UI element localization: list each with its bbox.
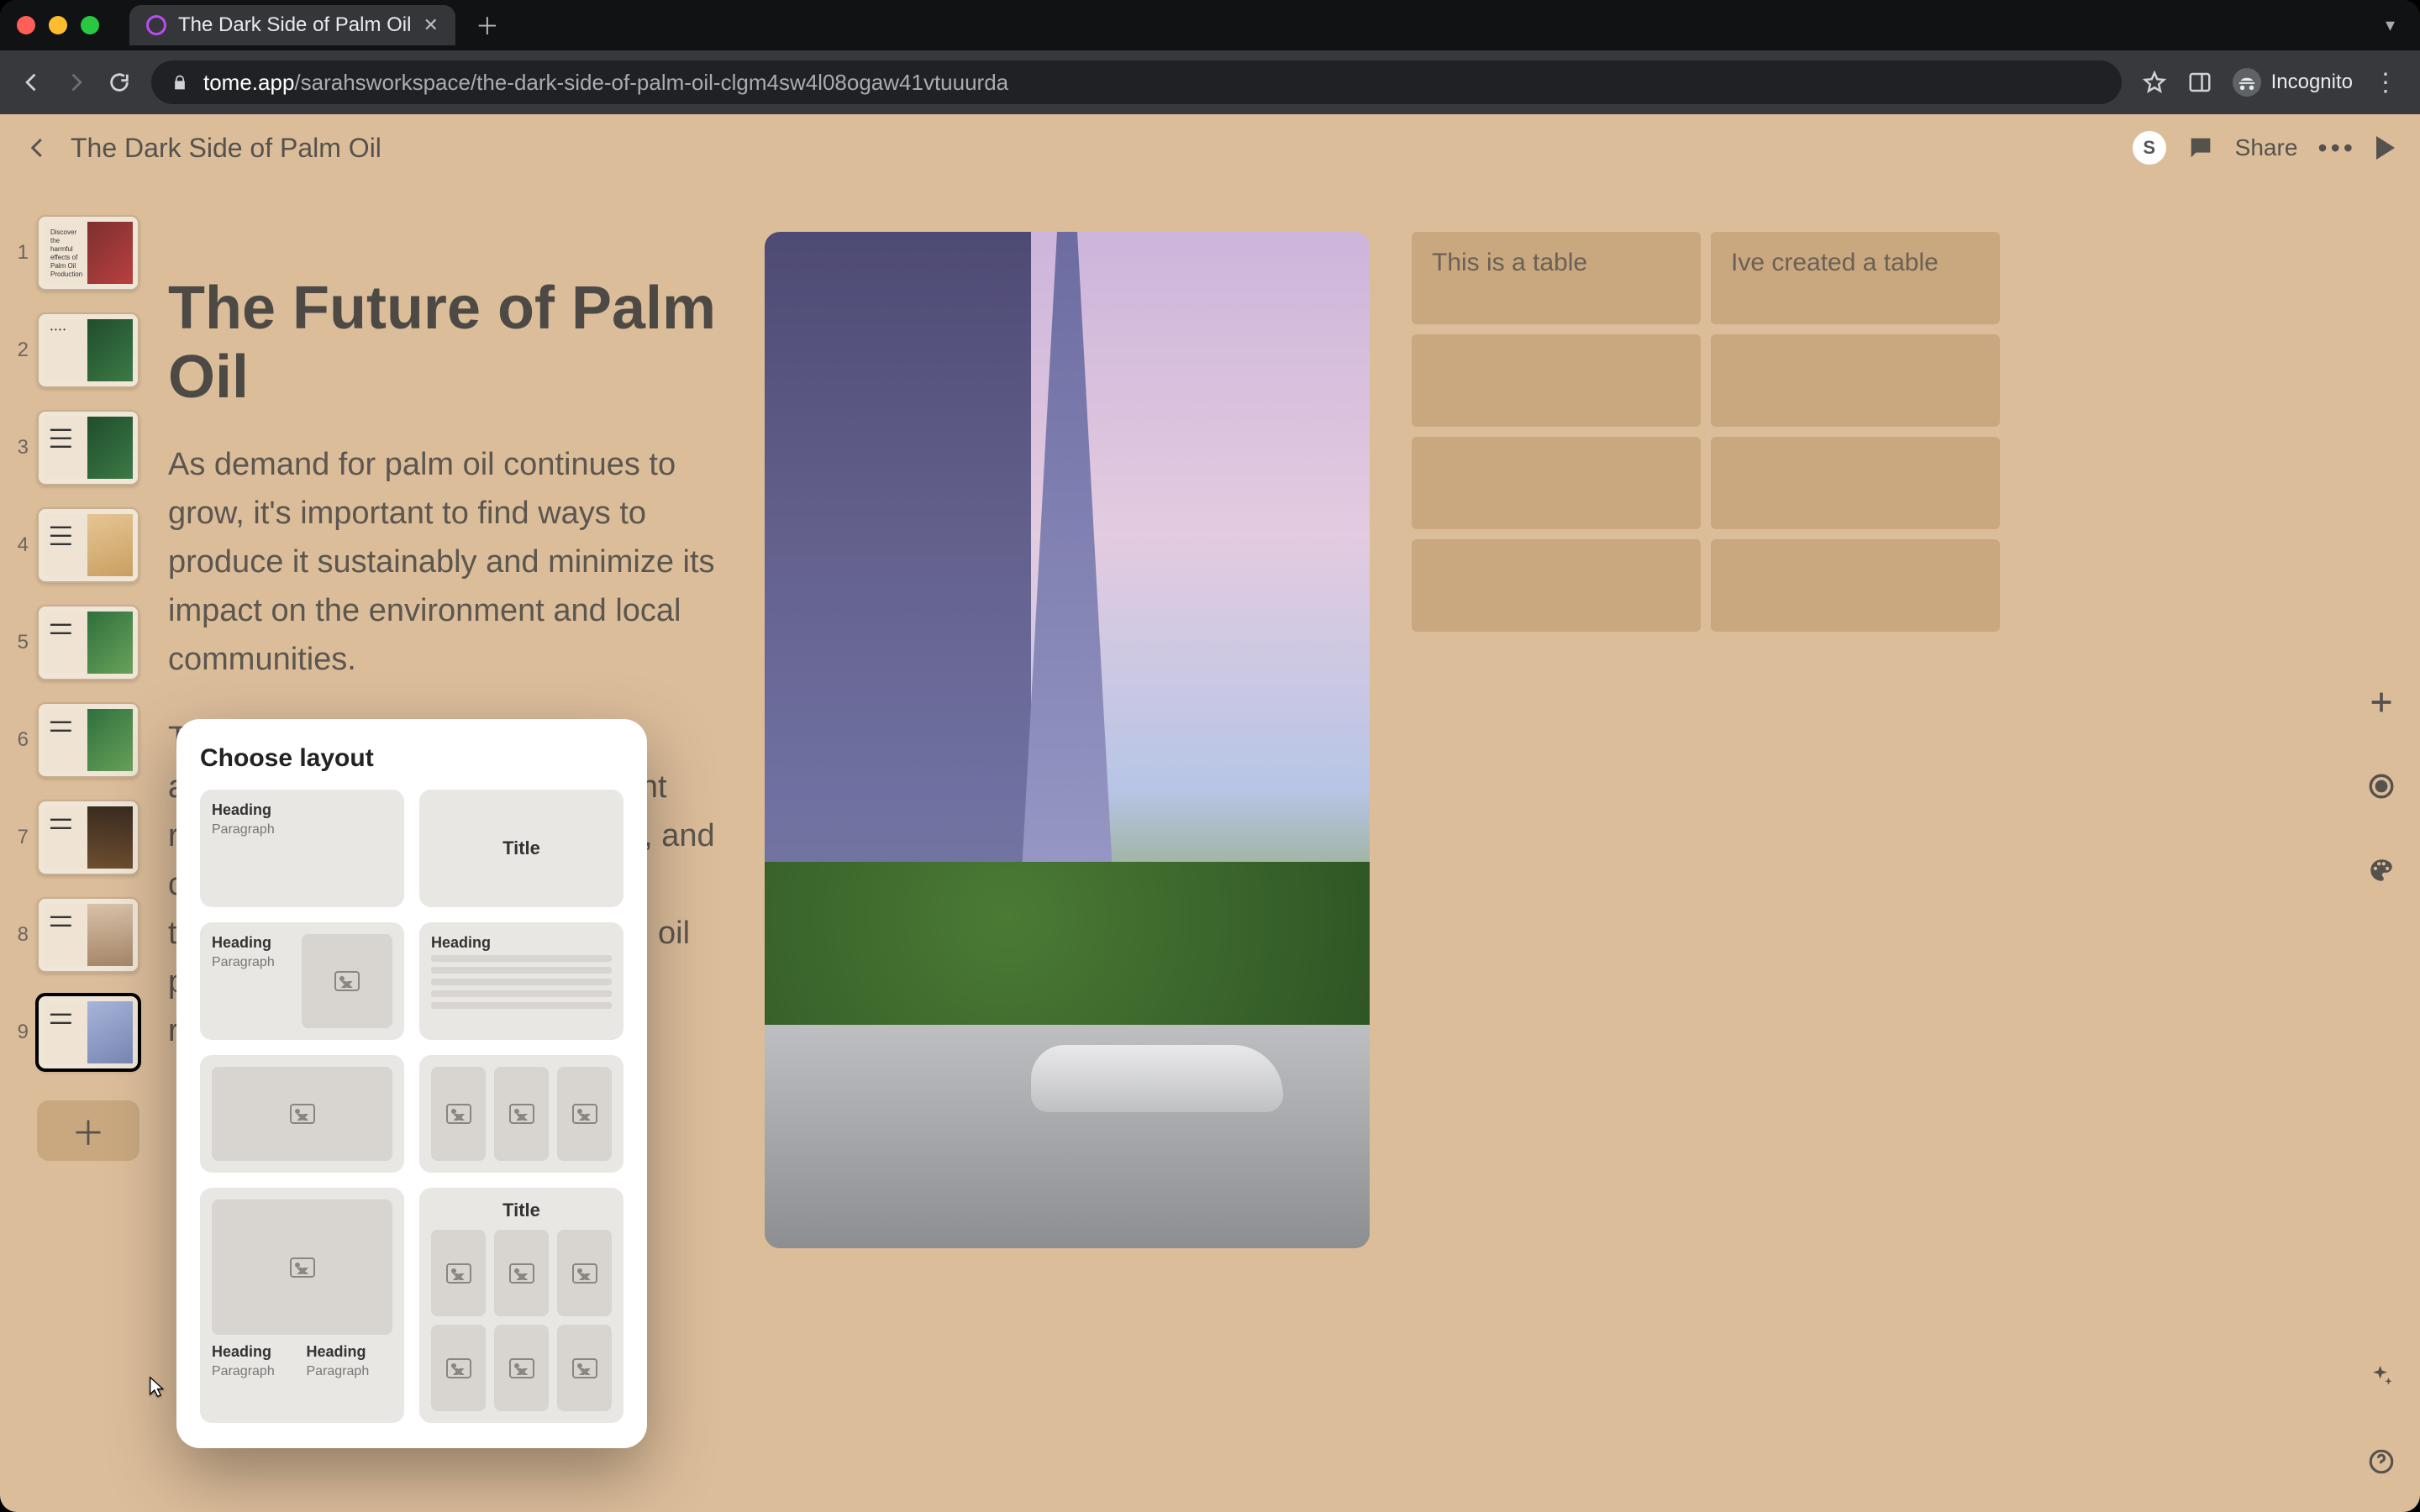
layout-option-heading-table[interactable]: Heading: [419, 922, 623, 1040]
slide-number: 2: [12, 339, 29, 362]
nav-forward-icon: [64, 71, 87, 94]
layout-option-three-images[interactable]: [419, 1055, 623, 1173]
layout-option-heading-paragraph[interactable]: HeadingParagraph: [200, 790, 404, 907]
layout-option-title-six-images[interactable]: Title: [419, 1188, 623, 1423]
browser-tab[interactable]: The Dark Side of Palm Oil ✕: [129, 5, 455, 45]
tabs-overflow-icon[interactable]: ▾: [2386, 14, 2395, 36]
slide-number: 7: [12, 826, 29, 849]
nav-back-icon[interactable]: [20, 71, 44, 94]
slide-number: 4: [12, 533, 29, 557]
slide-thumb-8[interactable]: ▂▂▂▂▂▂▂▂: [37, 897, 139, 973]
table-cell[interactable]: [1412, 437, 1701, 529]
slide-thumb-4[interactable]: ▂▂▂▂▂▂▂▂▂▂▂▂: [37, 507, 139, 583]
layout-popover: Choose layout HeadingParagraph Title Hea…: [176, 719, 647, 1448]
slide-number: 9: [12, 1021, 29, 1044]
window-controls: [17, 16, 99, 34]
more-menu-icon[interactable]: •••: [2317, 133, 2356, 164]
slide-number: 6: [12, 728, 29, 752]
browser-menu-icon[interactable]: ⋮: [2373, 68, 2400, 97]
slide-paragraph-1[interactable]: As demand for palm oil continues to grow…: [168, 440, 723, 684]
tab-title: The Dark Side of Palm Oil: [178, 13, 411, 37]
record-icon[interactable]: [2365, 769, 2398, 803]
table-cell[interactable]: [1412, 334, 1701, 427]
document-title[interactable]: The Dark Side of Palm Oil: [71, 133, 381, 164]
add-tile-icon[interactable]: [2365, 685, 2398, 719]
url-text: tome.app/sarahsworkspace/the-dark-side-o…: [203, 70, 1008, 96]
image-placeholder-icon: [494, 1230, 549, 1316]
bookmark-star-icon[interactable]: [2142, 70, 2167, 95]
layout-option-image-two-columns[interactable]: HeadingParagraph HeadingParagraph: [200, 1188, 404, 1423]
image-placeholder-icon: [557, 1230, 612, 1316]
incognito-indicator[interactable]: Incognito: [2233, 68, 2353, 97]
slide-thumb-1[interactable]: Discover theharmfuleffects ofPalm OilPro…: [37, 215, 139, 291]
popover-title: Choose layout: [200, 744, 623, 773]
tab-favicon: [146, 15, 166, 35]
slide-number: 8: [12, 923, 29, 947]
add-slide-button[interactable]: ＋: [37, 1100, 139, 1161]
panels-icon[interactable]: [2187, 70, 2212, 95]
incognito-icon: [2233, 68, 2261, 97]
ai-sparkle-icon[interactable]: [2365, 1361, 2398, 1394]
incognito-label: Incognito: [2271, 71, 2353, 94]
image-placeholder-icon: [431, 1230, 486, 1316]
tome-app: The Dark Side of Palm Oil S Share ••• 1D…: [0, 114, 2420, 1512]
table-cell[interactable]: Ive created a table: [1711, 232, 2000, 324]
slide-thumb-7[interactable]: ▂▂▂▂▂▂▂▂: [37, 800, 139, 875]
slide-number: 5: [12, 631, 29, 654]
comments-icon[interactable]: [2186, 134, 2215, 162]
right-rail-bottom: [2365, 1361, 2398, 1478]
slide-table[interactable]: This is a table Ive created a table: [1412, 232, 2000, 1478]
slide-image[interactable]: [765, 232, 1370, 1248]
lock-icon: [171, 74, 188, 91]
image-placeholder-icon: [557, 1067, 612, 1161]
nav-reload-icon[interactable]: [108, 71, 131, 94]
window-minimize[interactable]: [49, 16, 67, 34]
help-icon[interactable]: [2365, 1445, 2398, 1478]
layout-option-title[interactable]: Title: [419, 790, 623, 907]
image-placeholder-icon: [212, 1067, 392, 1161]
browser-tabstrip: The Dark Side of Palm Oil ✕ ＋ ▾: [0, 0, 2420, 50]
right-rail: [2365, 685, 2398, 887]
present-button[interactable]: [2376, 136, 2395, 160]
app-topbar: The Dark Side of Palm Oil S Share •••: [0, 114, 2420, 181]
address-bar[interactable]: tome.app/sarahsworkspace/the-dark-side-o…: [151, 60, 2122, 104]
layout-option-single-image[interactable]: [200, 1055, 404, 1173]
slide-rail: 1 Discover theharmfuleffects ofPalm OilPr…: [12, 215, 139, 1161]
table-cell[interactable]: [1412, 539, 1701, 632]
slide-heading[interactable]: The Future of Palm Oil: [168, 274, 723, 412]
layout-option-text-image[interactable]: HeadingParagraph: [200, 922, 404, 1040]
image-placeholder-icon: [494, 1325, 549, 1411]
table-cell[interactable]: This is a table: [1412, 232, 1701, 324]
image-placeholder-icon: [431, 1067, 486, 1161]
back-icon[interactable]: [25, 135, 50, 160]
new-tab-button[interactable]: ＋: [476, 8, 499, 42]
table-cell[interactable]: [1711, 437, 2000, 529]
slide-thumb-2[interactable]: • • • •: [37, 312, 139, 388]
window-maximize[interactable]: [81, 16, 99, 34]
share-button[interactable]: Share: [2235, 134, 2298, 161]
slide-thumb-6[interactable]: ▂▂▂▂▂▂▂▂: [37, 702, 139, 778]
table-cell[interactable]: [1711, 334, 2000, 427]
browser-toolbar: tome.app/sarahsworkspace/the-dark-side-o…: [0, 50, 2420, 114]
slide-number: 1: [12, 241, 29, 265]
image-placeholder-icon: [557, 1325, 612, 1411]
image-placeholder-icon: [494, 1067, 549, 1161]
image-placeholder-icon: [302, 934, 392, 1028]
cursor-icon: [143, 1374, 168, 1399]
slide-thumb-9[interactable]: ▂▂▂▂▂▂▂▂: [37, 995, 139, 1070]
user-avatar[interactable]: S: [2133, 131, 2166, 165]
slide-number: 3: [12, 436, 29, 459]
slide-thumb-3[interactable]: ▂▂▂▂▂▂▂▂▂▂▂▂: [37, 410, 139, 486]
image-placeholder-icon: [431, 1325, 486, 1411]
table-cell[interactable]: [1711, 539, 2000, 632]
tab-close-icon[interactable]: ✕: [423, 14, 438, 36]
slide-thumb-5[interactable]: ▂▂▂▂▂▂▂▂: [37, 605, 139, 680]
window-close[interactable]: [17, 16, 35, 34]
image-placeholder-icon: [212, 1200, 392, 1335]
theme-palette-icon[interactable]: [2365, 853, 2398, 887]
